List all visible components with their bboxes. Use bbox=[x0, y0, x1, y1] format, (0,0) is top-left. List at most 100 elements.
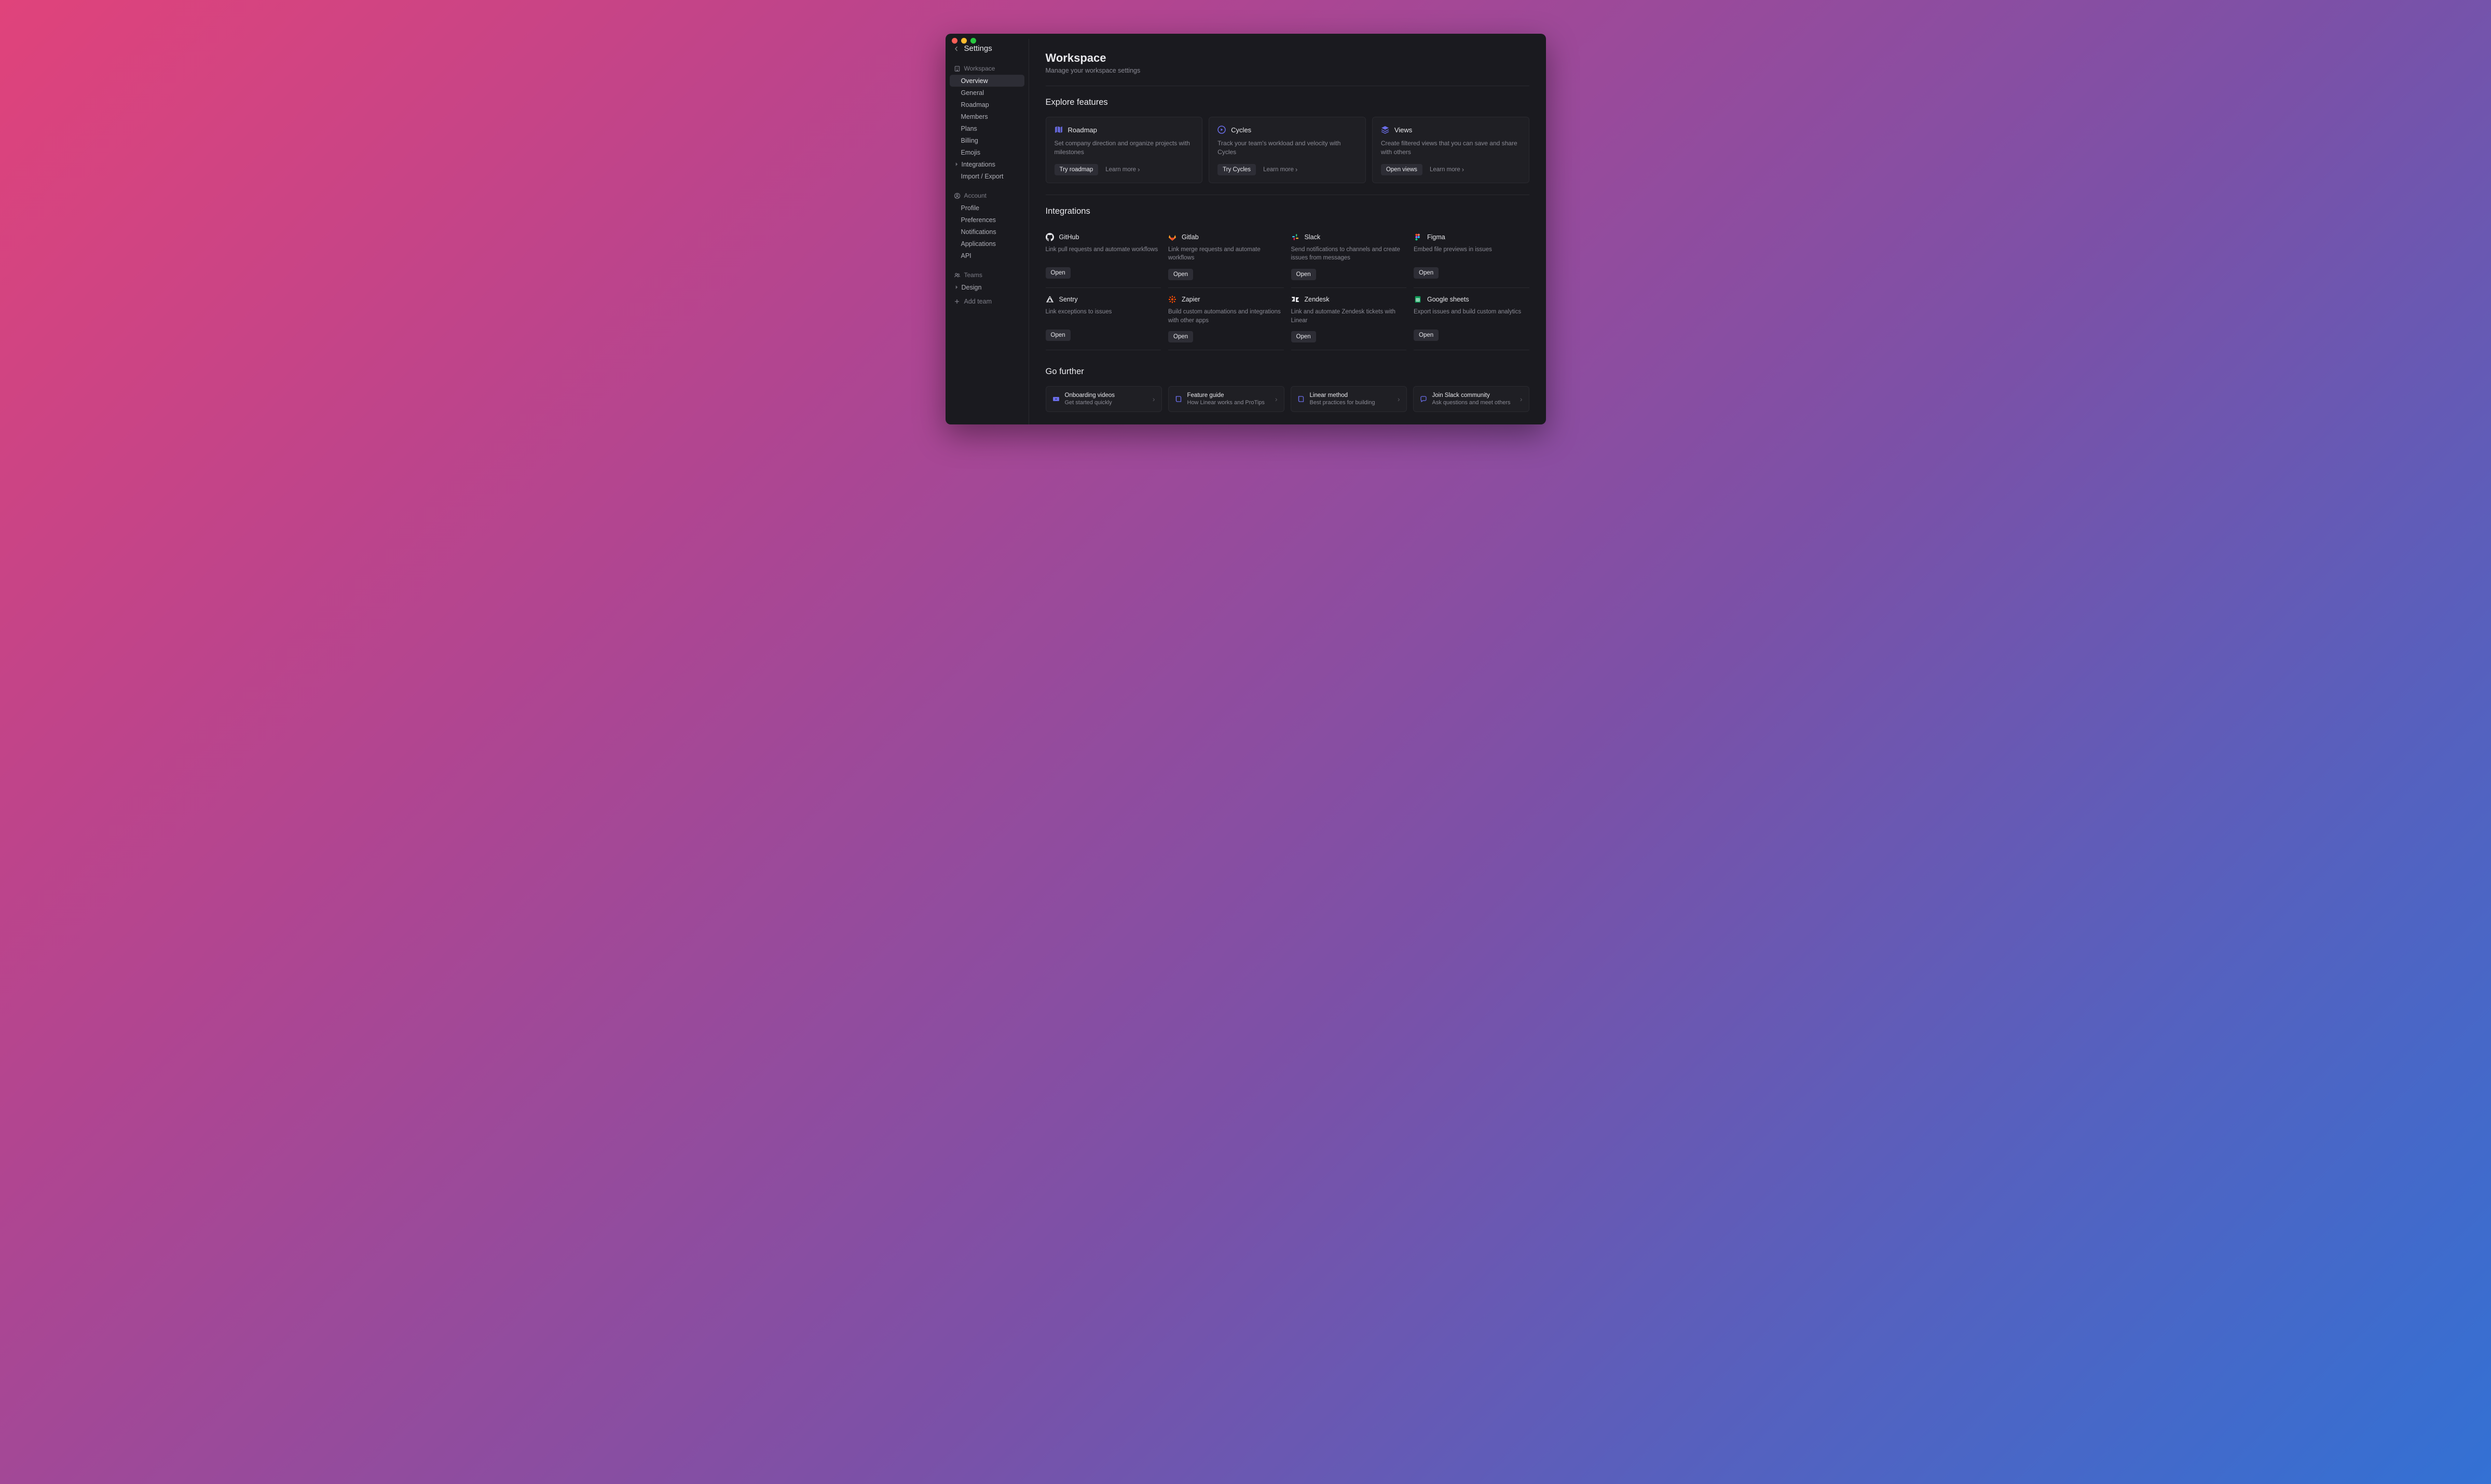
sidebar: Settings Workspace Overview General Road… bbox=[946, 39, 1029, 424]
sidebar-section-account: Account bbox=[950, 189, 1024, 202]
integration-zendesk: Zendesk Link and automate Zendesk ticket… bbox=[1291, 288, 1407, 350]
sidebar-item-roadmap[interactable]: Roadmap bbox=[950, 99, 1024, 111]
titlebar bbox=[946, 34, 1546, 39]
sidebar-item-notifications[interactable]: Notifications bbox=[950, 226, 1024, 238]
map-icon bbox=[1055, 126, 1063, 134]
open-slack-button[interactable]: Open bbox=[1291, 269, 1316, 280]
further-title: Onboarding videos bbox=[1065, 392, 1147, 399]
main-content: Workspace Manage your workspace settings… bbox=[1029, 39, 1546, 424]
integration-name: Figma bbox=[1427, 233, 1445, 241]
integration-name: Slack bbox=[1305, 233, 1321, 241]
feature-title: Views bbox=[1394, 126, 1412, 134]
sidebar-item-plans[interactable]: Plans bbox=[950, 122, 1024, 134]
plus-icon bbox=[954, 298, 961, 305]
open-google-sheets-button[interactable]: Open bbox=[1414, 329, 1439, 341]
book-icon bbox=[1297, 395, 1305, 403]
open-sentry-button[interactable]: Open bbox=[1046, 329, 1071, 341]
integration-name: Zendesk bbox=[1305, 296, 1330, 303]
feature-card-roadmap: Roadmap Set company direction and organi… bbox=[1046, 117, 1203, 183]
sidebar-section-label: Workspace bbox=[964, 65, 995, 72]
caret-right-icon bbox=[955, 162, 959, 166]
feature-title: Roadmap bbox=[1068, 126, 1097, 134]
minimize-window-icon[interactable] bbox=[961, 38, 967, 44]
settings-title: Settings bbox=[964, 44, 992, 53]
feature-title: Cycles bbox=[1231, 126, 1251, 134]
sidebar-item-integrations[interactable]: Integrations bbox=[950, 158, 1024, 170]
go-further-title: Go further bbox=[1046, 367, 1529, 377]
app-body: Settings Workspace Overview General Road… bbox=[946, 39, 1546, 424]
integrations-grid: GitHub Link pull requests and automate w… bbox=[1046, 226, 1529, 351]
github-icon bbox=[1046, 233, 1054, 241]
further-card-onboarding[interactable]: Onboarding videos Get started quickly › bbox=[1046, 386, 1162, 412]
learn-more-link[interactable]: Learn more bbox=[1430, 166, 1464, 173]
further-sub: Best practices for building bbox=[1310, 400, 1392, 406]
sidebar-item-applications[interactable]: Applications bbox=[950, 238, 1024, 250]
sidebar-item-preferences[interactable]: Preferences bbox=[950, 214, 1024, 226]
further-sub: How Linear works and ProTips bbox=[1187, 400, 1270, 406]
google-sheets-icon bbox=[1414, 295, 1422, 304]
chevron-right-icon: › bbox=[1398, 395, 1400, 403]
slack-icon bbox=[1291, 233, 1299, 241]
further-card-slack-community[interactable]: Join Slack community Ask questions and m… bbox=[1413, 386, 1529, 412]
sidebar-item-import-export[interactable]: Import / Export bbox=[950, 170, 1024, 182]
try-roadmap-button[interactable]: Try roadmap bbox=[1055, 164, 1099, 175]
integration-desc: Link merge requests and automate workflo… bbox=[1168, 245, 1282, 263]
integration-gitlab: Gitlab Link merge requests and automate … bbox=[1168, 226, 1284, 288]
maximize-window-icon[interactable] bbox=[970, 38, 976, 44]
sidebar-item-general[interactable]: General bbox=[950, 87, 1024, 99]
open-figma-button[interactable]: Open bbox=[1414, 267, 1439, 279]
open-views-button[interactable]: Open views bbox=[1381, 164, 1422, 175]
feature-row: Roadmap Set company direction and organi… bbox=[1046, 117, 1529, 183]
further-sub: Ask questions and meet others bbox=[1432, 400, 1515, 406]
feature-desc: Create filtered views that you can save … bbox=[1381, 139, 1521, 157]
sidebar-item-emojis[interactable]: Emojis bbox=[950, 146, 1024, 158]
zendesk-icon bbox=[1291, 295, 1299, 304]
chat-icon bbox=[1420, 395, 1427, 403]
integration-desc: Link exceptions to issues bbox=[1046, 308, 1159, 323]
people-icon bbox=[954, 272, 961, 279]
try-cycles-button[interactable]: Try Cycles bbox=[1217, 164, 1256, 175]
further-title: Feature guide bbox=[1187, 392, 1270, 399]
close-window-icon[interactable] bbox=[952, 38, 957, 44]
further-title: Join Slack community bbox=[1432, 392, 1515, 399]
feature-desc: Track your team's workload and velocity … bbox=[1217, 139, 1357, 157]
integrations-title: Integrations bbox=[1046, 207, 1529, 216]
integration-sentry: Sentry Link exceptions to issues Open bbox=[1046, 288, 1161, 350]
open-zapier-button[interactable]: Open bbox=[1168, 331, 1193, 342]
further-title: Linear method bbox=[1310, 392, 1392, 399]
learn-more-link[interactable]: Learn more bbox=[1105, 166, 1140, 173]
integration-desc: Link pull requests and automate workflow… bbox=[1046, 245, 1159, 261]
open-github-button[interactable]: Open bbox=[1046, 267, 1071, 279]
building-icon bbox=[954, 65, 961, 72]
integration-desc: Link and automate Zendesk tickets with L… bbox=[1291, 308, 1405, 325]
sidebar-section-teams: Teams bbox=[950, 269, 1024, 281]
settings-header: Settings bbox=[950, 41, 1024, 60]
integration-desc: Send notifications to channels and creat… bbox=[1291, 245, 1405, 263]
page-title: Workspace bbox=[1046, 51, 1529, 65]
sidebar-section-label: Account bbox=[964, 192, 987, 199]
sidebar-item-api[interactable]: API bbox=[950, 250, 1024, 262]
sidebar-item-billing[interactable]: Billing bbox=[950, 134, 1024, 146]
layers-icon bbox=[1381, 126, 1389, 134]
chevron-right-icon: › bbox=[1153, 395, 1155, 403]
open-zendesk-button[interactable]: Open bbox=[1291, 331, 1316, 342]
integration-name: Sentry bbox=[1059, 296, 1078, 303]
learn-more-link[interactable]: Learn more bbox=[1263, 166, 1297, 173]
sidebar-item-team-design[interactable]: Design bbox=[950, 281, 1024, 293]
back-icon[interactable] bbox=[953, 45, 960, 52]
integration-name: Gitlab bbox=[1182, 233, 1199, 241]
further-card-feature-guide[interactable]: Feature guide How Linear works and ProTi… bbox=[1168, 386, 1284, 412]
chevron-right-icon: › bbox=[1520, 395, 1523, 403]
further-card-linear-method[interactable]: Linear method Best practices for buildin… bbox=[1291, 386, 1407, 412]
feature-card-cycles: Cycles Track your team's workload and ve… bbox=[1209, 117, 1366, 183]
feature-card-views: Views Create filtered views that you can… bbox=[1372, 117, 1529, 183]
sidebar-section-workspace: Workspace bbox=[950, 62, 1024, 75]
open-gitlab-button[interactable]: Open bbox=[1168, 269, 1193, 280]
further-sub: Get started quickly bbox=[1065, 400, 1147, 406]
sidebar-item-members[interactable]: Members bbox=[950, 111, 1024, 122]
sidebar-item-profile[interactable]: Profile bbox=[950, 202, 1024, 214]
sidebar-item-overview[interactable]: Overview bbox=[950, 75, 1024, 87]
integration-desc: Build custom automations and integration… bbox=[1168, 308, 1282, 325]
add-team-button[interactable]: Add team bbox=[950, 295, 1024, 308]
book-icon bbox=[1175, 395, 1182, 403]
